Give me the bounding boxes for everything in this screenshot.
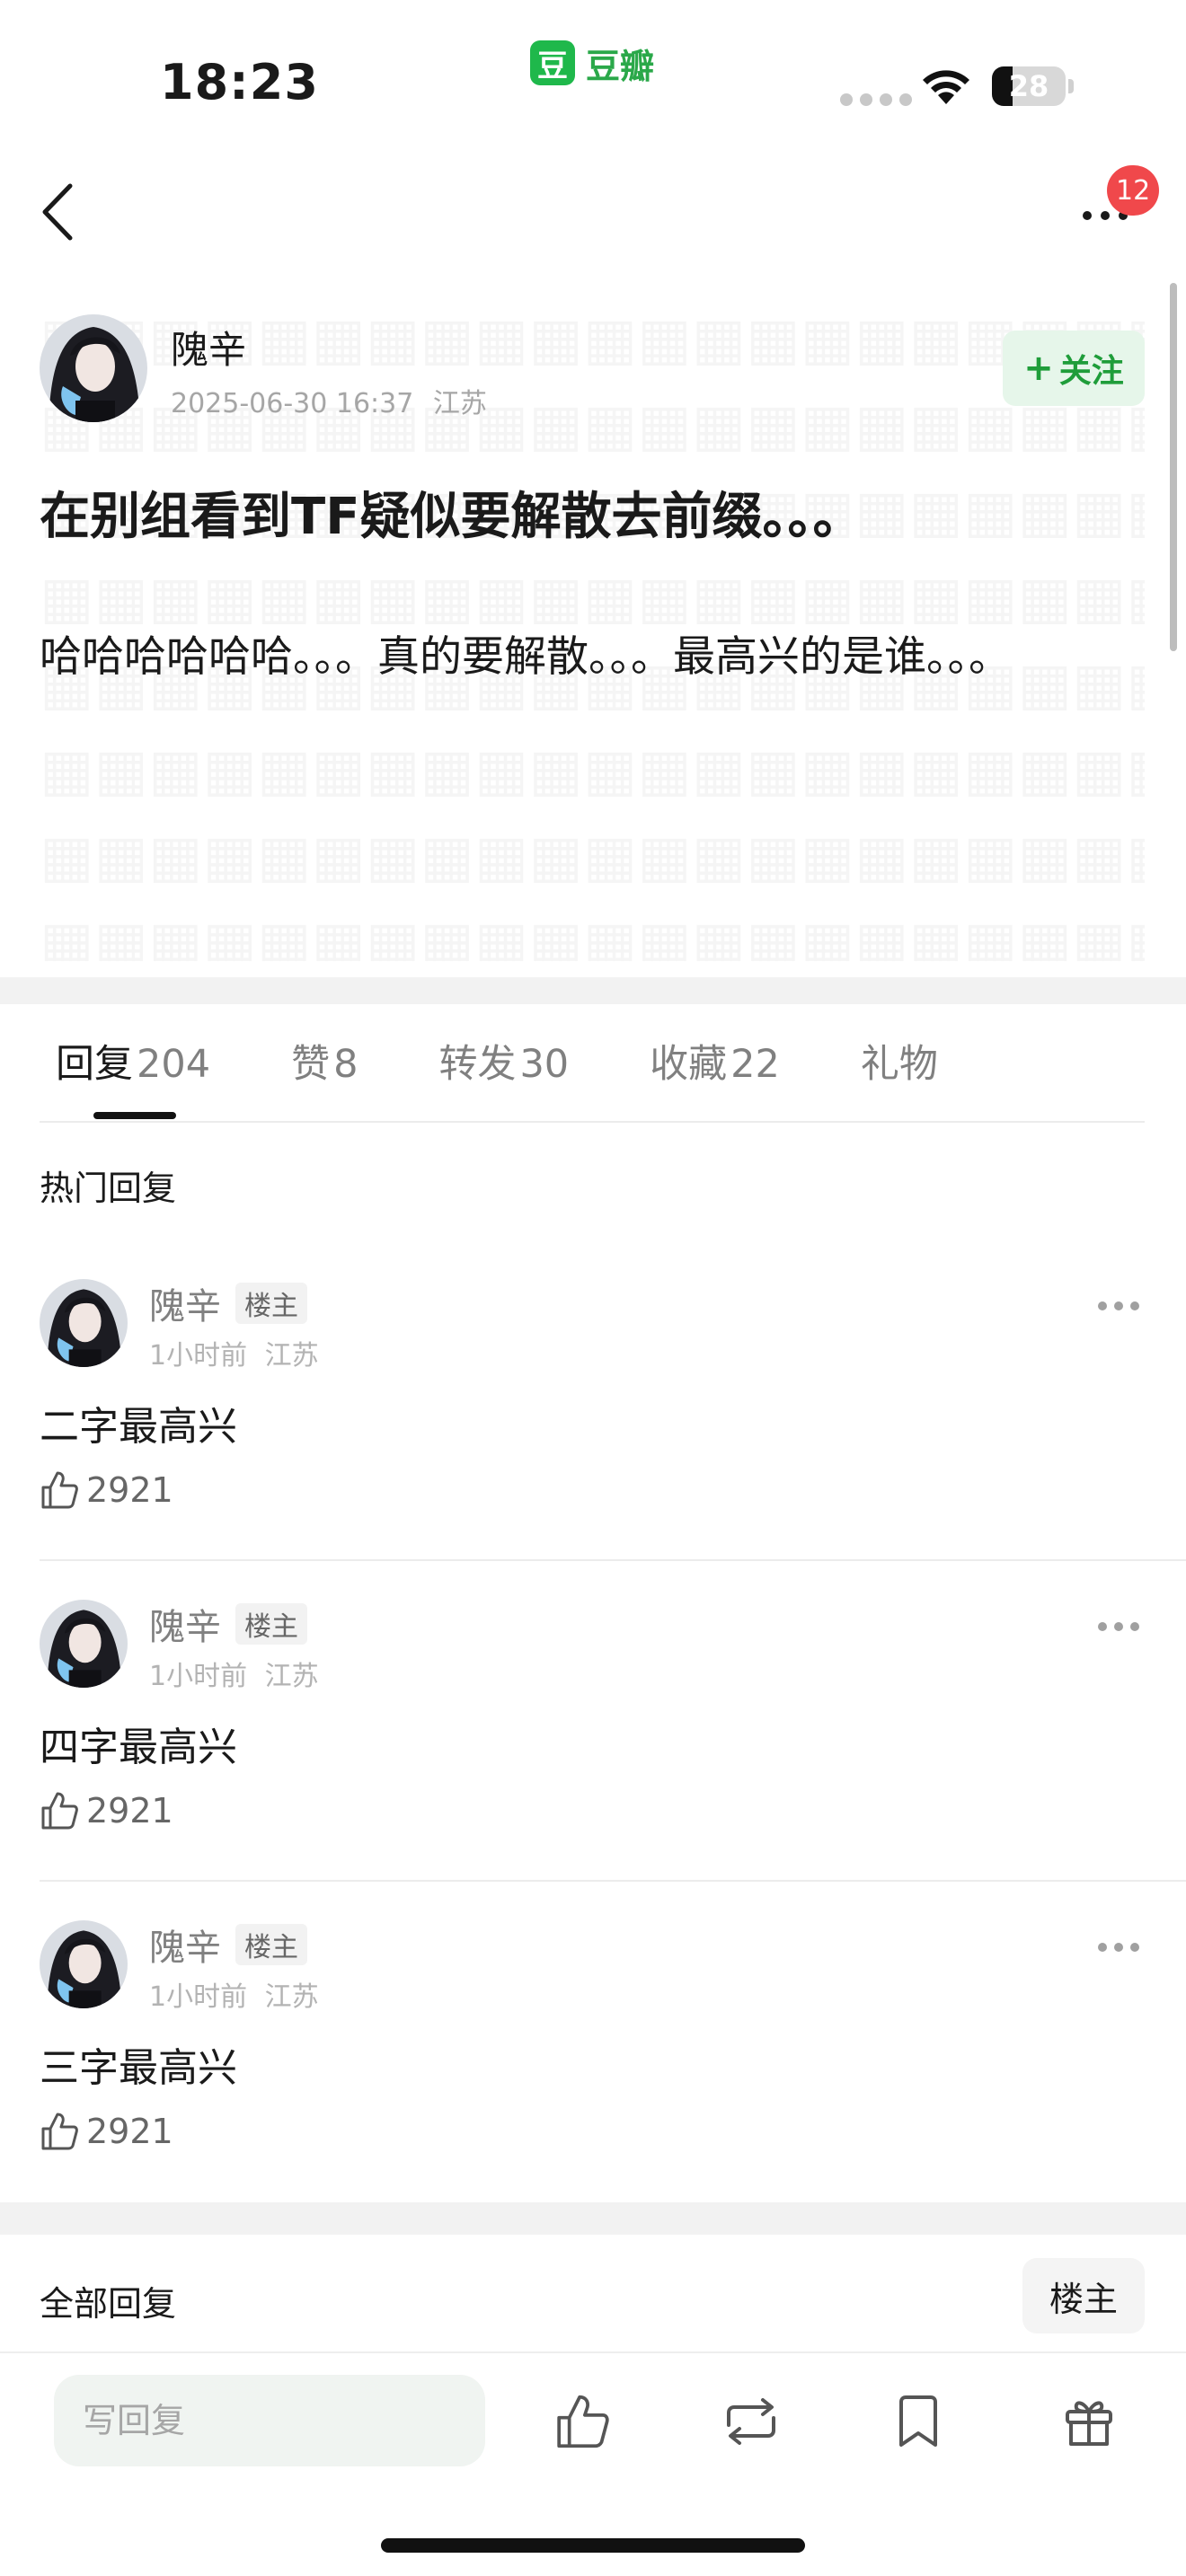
op-only-filter-button[interactable]: 楼主 — [1022, 2258, 1145, 2333]
tab-gifts[interactable]: 礼物 — [861, 1033, 938, 1089]
reply-item[interactable]: 隗辛 楼主 1小时前 江苏 四字最高兴 2921 — [0, 1600, 1186, 1919]
reply-item[interactable]: 隗辛 楼主 1小时前 江苏 三字最高兴 2921 — [0, 1920, 1186, 2240]
cellular-signal-icon — [840, 93, 912, 106]
avatar-illustration — [40, 1920, 128, 2008]
reply-meta: 1小时前 江苏 — [149, 1333, 319, 1372]
author-avatar[interactable] — [40, 314, 147, 422]
reply-more-button[interactable] — [1098, 1938, 1148, 1956]
hot-replies-heading: 热门回复 — [40, 1169, 177, 1208]
reply-time: 1小时前 — [149, 1340, 248, 1372]
reply-like-count: 2921 — [86, 2112, 173, 2151]
all-replies-heading: 全部回复 — [40, 2284, 177, 2324]
active-tab-indicator — [93, 1112, 176, 1119]
avatar-illustration — [40, 1279, 128, 1367]
tab-likes[interactable]: 赞8 — [291, 1033, 358, 1089]
thumbs-up-icon — [41, 2113, 78, 2150]
notification-badge: 12 — [1107, 165, 1160, 216]
reply-time: 1小时前 — [149, 1981, 248, 2013]
reply-content: 四字最高兴 — [40, 1725, 237, 1770]
reply-author-name[interactable]: 隗辛 — [149, 1598, 221, 1650]
gift-button[interactable] — [1053, 2386, 1125, 2457]
post-timestamp: 2025-06-30 16:37 — [171, 388, 414, 419]
like-post-button[interactable] — [546, 2386, 618, 2457]
reply-avatar[interactable] — [40, 1279, 128, 1367]
reply-like-count: 2921 — [86, 1470, 173, 1510]
reply-more-button[interactable] — [1098, 1618, 1148, 1636]
gift-icon — [1066, 2401, 1112, 2446]
battery-tip — [1068, 79, 1074, 93]
reply-meta: 1小时前 江苏 — [149, 1654, 319, 1693]
post-tabs: 回复204 赞8 转发30 收藏22 礼物 — [40, 1033, 938, 1089]
op-tag: 楼主 — [235, 1283, 307, 1324]
battery-icon: 28 — [992, 66, 1066, 106]
reply-content: 二字最高兴 — [40, 1404, 237, 1450]
avatar-illustration — [40, 314, 147, 422]
post-location: 江苏 — [432, 388, 487, 419]
reply-location: 江苏 — [264, 1661, 319, 1692]
battery-level: 28 — [1008, 69, 1049, 103]
app-root: 18:23 豆 豆瓣 28 12 ▦▦▦▦▦▦▦▦▦▦▦▦▦▦▦▦▦▦▦▦▦▦ — [0, 0, 1186, 2576]
post-body: 哈哈哈哈哈哈。。。真的要解散。。。最高兴的是谁。。。 — [40, 632, 1011, 682]
follow-label: 关注 — [1058, 353, 1124, 390]
section-separator — [0, 2202, 1186, 2235]
reply-location: 江苏 — [264, 1340, 319, 1372]
avatar-illustration — [40, 1600, 128, 1688]
reply-like-button[interactable]: 2921 — [40, 2111, 173, 2152]
reply-location: 江苏 — [264, 1981, 319, 2013]
reply-like-count: 2921 — [86, 1791, 173, 1831]
status-time: 18:23 — [160, 54, 319, 110]
home-indicator — [381, 2538, 805, 2553]
bookmark-button[interactable] — [882, 2386, 954, 2457]
reply-time: 1小时前 — [149, 1661, 248, 1692]
thumbs-up-icon — [41, 1792, 78, 1830]
tab-replies[interactable]: 回复204 — [56, 1033, 210, 1089]
wifi-icon — [923, 70, 969, 104]
scroll-indicator — [1170, 283, 1177, 651]
reply-author-name[interactable]: 隗辛 — [149, 1919, 221, 1971]
status-bar: 18:23 豆 豆瓣 28 — [0, 0, 1186, 135]
reply-avatar[interactable] — [40, 1600, 128, 1688]
douban-logo-icon: 豆 — [530, 40, 575, 85]
reply-avatar[interactable] — [40, 1920, 128, 2008]
repost-button[interactable] — [715, 2386, 787, 2457]
back-button[interactable] — [34, 180, 81, 244]
plus-icon: + — [1023, 348, 1054, 389]
app-name: 豆瓣 — [586, 46, 655, 86]
reply-content: 三字最高兴 — [40, 2045, 237, 2091]
reply-like-button[interactable]: 2921 — [40, 1469, 173, 1511]
tab-collections[interactable]: 收藏22 — [650, 1033, 780, 1089]
author-name[interactable]: 隗辛 — [171, 320, 246, 375]
post-meta: 2025-06-30 16:37 江苏 — [171, 381, 487, 420]
bookmark-icon — [899, 2395, 937, 2447]
reply-more-button[interactable] — [1098, 1297, 1148, 1315]
section-separator — [0, 977, 1186, 1004]
thumbs-up-icon — [557, 2395, 609, 2448]
follow-button[interactable]: + 关注 — [1003, 331, 1145, 406]
op-tag: 楼主 — [235, 1924, 307, 1965]
tab-reposts[interactable]: 转发30 — [438, 1033, 569, 1089]
post-title: 在别组看到TF疑似要解散去前缀。。。 — [40, 488, 863, 546]
app-indicator[interactable]: 豆 豆瓣 — [530, 38, 654, 88]
op-tag: 楼主 — [235, 1603, 307, 1645]
reply-author-name[interactable]: 隗辛 — [149, 1277, 221, 1329]
thumbs-up-icon — [41, 1471, 78, 1509]
reply-divider — [40, 1880, 1186, 1882]
chevron-left-icon — [42, 183, 73, 241]
reply-like-button[interactable]: 2921 — [40, 1790, 173, 1831]
reply-input[interactable] — [54, 2375, 485, 2466]
reply-meta: 1小时前 江苏 — [149, 1974, 319, 2014]
tabs-divider — [40, 1121, 1145, 1123]
reply-item[interactable]: 隗辛 楼主 1小时前 江苏 二字最高兴 2921 — [0, 1279, 1186, 1599]
repost-icon — [727, 2398, 775, 2445]
reply-divider — [40, 1559, 1186, 1561]
